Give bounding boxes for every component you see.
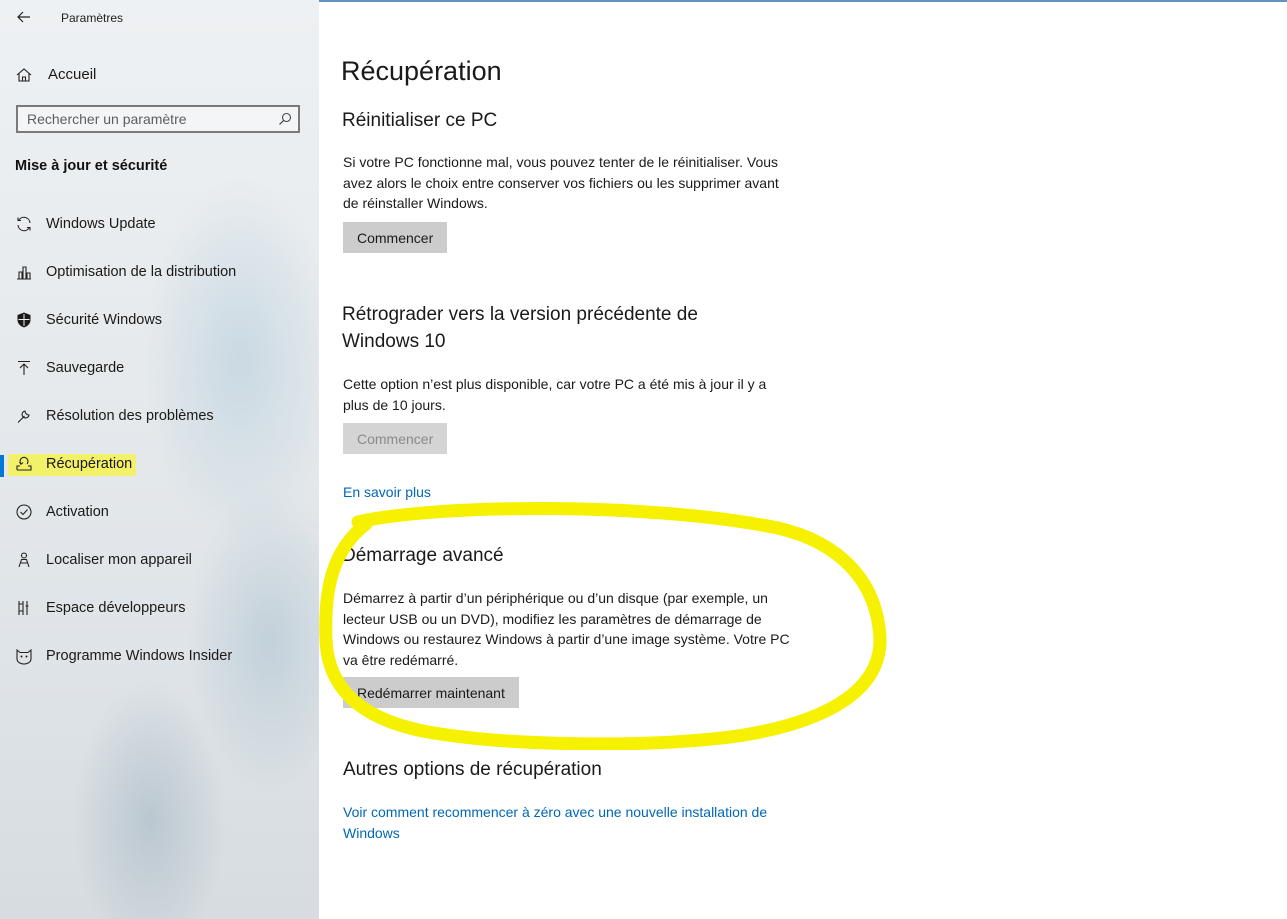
app-title: Paramètres <box>61 11 124 25</box>
sidebar-item-label: Espace développeurs <box>46 600 186 616</box>
search-field[interactable] <box>16 105 300 133</box>
rollback-heading: Rétrograder vers la version précédente d… <box>342 304 698 352</box>
reset-start-button[interactable]: Commencer <box>343 222 448 253</box>
sidebar-item-insider[interactable]: Programme Windows Insider <box>0 633 319 681</box>
upload-arrow-icon <box>18 360 30 375</box>
learn-more-link[interactable]: En savoir plus <box>343 482 431 503</box>
page-title: Récupération <box>341 56 502 86</box>
sidebar-item-delivery-optimization[interactable]: Optimisation de la distribution <box>0 249 319 297</box>
rollback-start-button[interactable]: Commencer <box>343 423 448 454</box>
section-title: Mise à jour et sécurité <box>15 158 168 174</box>
delivery-optimization-icon <box>17 266 31 280</box>
sidebar-item-developers[interactable]: Espace développeurs <box>0 585 319 633</box>
recovery-icon <box>16 456 32 471</box>
search-input[interactable] <box>18 107 277 131</box>
reset-description: Si votre PC fonctionne mal, vous pouvez … <box>343 154 779 211</box>
sidebar-item-backup[interactable]: Sauvegarde <box>0 345 319 393</box>
developer-icon <box>18 601 29 615</box>
sidebar-item-find-my-device[interactable]: Localiser mon appareil <box>0 537 319 585</box>
title-bar: Paramètres <box>0 0 319 36</box>
main-content: Récupération Réinitialiser ce PC Si votr… <box>319 0 1287 919</box>
sidebar-item-home[interactable]: Accueil <box>0 60 319 90</box>
selection-indicator <box>0 455 4 477</box>
window-border <box>319 0 1287 2</box>
sidebar-item-label: Optimisation de la distribution <box>46 264 237 280</box>
advanced-startup-heading: Démarrage avancé <box>342 545 504 566</box>
home-icon <box>16 68 32 82</box>
back-button[interactable] <box>12 6 36 28</box>
sidebar-item-label: Windows Update <box>46 216 156 232</box>
search-icon <box>279 112 292 125</box>
sidebar-item-activation[interactable]: Activation <box>0 489 319 537</box>
restart-now-button[interactable]: Redémarrer maintenant <box>343 677 519 708</box>
sidebar-item-label: Sécurité Windows <box>46 312 163 328</box>
shield-icon <box>17 312 31 328</box>
sidebar-item-windows-update[interactable]: Windows Update <box>0 201 319 249</box>
check-circle-icon <box>16 504 32 520</box>
refresh-icon <box>17 216 31 232</box>
reset-heading: Réinitialiser ce PC <box>342 110 498 131</box>
insider-cat-icon <box>16 648 32 665</box>
other-options-heading: Autres options de récupération <box>343 759 602 780</box>
wrench-icon <box>17 410 30 423</box>
sidebar-item-label: Sauvegarde <box>46 360 125 376</box>
sidebar-item-label: Accueil <box>48 66 97 83</box>
fresh-start-link[interactable]: Voir comment recommencer à zéro avec une… <box>343 802 791 843</box>
sidebar-item-label: Résolution des problèmes <box>46 408 214 424</box>
sidebar-item-windows-security[interactable]: Sécurité Windows <box>0 297 319 345</box>
sidebar-item-troubleshoot[interactable]: Résolution des problèmes <box>0 393 319 441</box>
sidebar-item-label: Localiser mon appareil <box>46 552 192 568</box>
rollback-description: Cette option n’est plus disponible, car … <box>343 376 767 413</box>
sidebar-item-label: Activation <box>46 504 109 520</box>
sidebar-item-recovery[interactable]: Récupération <box>0 441 319 489</box>
person-location-icon <box>18 552 30 568</box>
sidebar: Paramètres Accueil Mise à jour et sécuri… <box>0 0 319 919</box>
advanced-startup-description: Démarrez à partir d’un périphérique ou d… <box>343 590 790 668</box>
sidebar-nav: Windows Update Optimisation de la distri… <box>0 201 319 681</box>
sidebar-item-label: Récupération <box>46 456 133 472</box>
sidebar-item-label: Programme Windows Insider <box>46 648 233 664</box>
back-arrow-icon <box>17 11 30 23</box>
